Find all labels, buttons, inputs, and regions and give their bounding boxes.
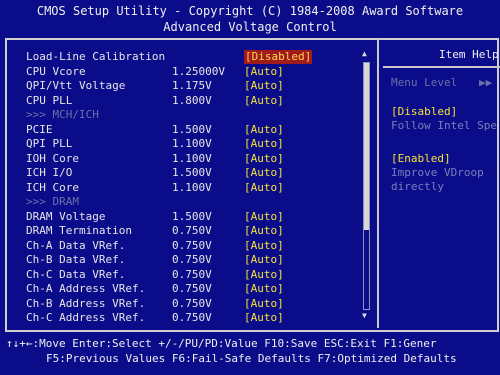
setting-label: Ch-A Data VRef. [26, 238, 126, 252]
setting-option-value[interactable]: [Auto] [244, 137, 284, 151]
menu-level-arrows-icon: ▶▶ [479, 76, 493, 89]
setting-option-value[interactable]: [Auto] [244, 297, 284, 311]
setting-current-voltage: 0.750V [172, 296, 212, 310]
setting-option-value[interactable]: [Auto] [244, 268, 284, 282]
setting-label: QPI/Vtt Voltage [26, 79, 126, 92]
setting-row[interactable]: Ch-B Data VRef. 0.750V [Auto] [26, 253, 366, 267]
setting-row[interactable]: Ch-A Address VRef. 0.750V [Auto] [26, 282, 366, 296]
setting-current-voltage: 1.500V [172, 166, 212, 179]
help-option-disabled-desc: Follow Intel Spe [391, 119, 497, 132]
setting-option-value[interactable]: [Disabled] [244, 50, 313, 64]
setting-current-voltage: 1.800V [172, 93, 212, 107]
setting-current-voltage: 1.25000V [172, 64, 225, 78]
setting-option-value[interactable]: [Auto] [244, 166, 284, 180]
setting-option-value[interactable]: [Auto] [244, 224, 284, 238]
setting-current-voltage: 1.100V [172, 137, 212, 150]
scroll-up-arrow-icon[interactable]: ▲ [362, 50, 370, 58]
setting-label: CPU PLL [26, 93, 73, 107]
setting-row[interactable]: DRAM Voltage 1.500V [Auto] [26, 210, 366, 224]
setting-option-value[interactable]: [Auto] [244, 79, 284, 93]
setting-row[interactable]: Ch-C Address VRef. 0.750V [Auto] [26, 311, 366, 325]
item-help-panel: Item Help Menu Level ▶▶ [Disabled] Follo… [383, 44, 500, 324]
setting-row[interactable]: DRAM Termination 0.750V [Auto] [26, 224, 366, 238]
setting-current-voltage: 0.750V [172, 253, 212, 266]
setting-current-voltage: 0.750V [172, 224, 212, 237]
setting-row[interactable]: Ch-C Data VRef. 0.750V [Auto] [26, 268, 366, 282]
setting-current-voltage: 0.750V [172, 311, 212, 324]
setting-label: Ch-C Address VRef. [26, 311, 146, 324]
setting-label: QPI PLL [26, 137, 73, 150]
key-legend: ↑↓+←:Move Enter:Select +/-/PU/PD:Value F… [0, 336, 500, 375]
setting-label: DRAM Termination [26, 224, 132, 237]
setting-row[interactable]: QPI PLL 1.100V [Auto] [26, 137, 366, 151]
page-title: Advanced Voltage Control [163, 20, 337, 34]
setting-option-value[interactable]: [Auto] [244, 181, 284, 195]
setting-row[interactable]: IOH Core 1.100V [Auto] [26, 152, 366, 166]
scrollbar-track[interactable] [363, 62, 370, 310]
setting-row[interactable]: PCIE 1.500V [Auto] [26, 123, 366, 137]
setting-option-value[interactable]: [Auto] [244, 94, 284, 108]
help-option-enabled-desc: Improve VDroop [391, 166, 484, 179]
menu-level-label: Menu Level [391, 76, 458, 89]
scroll-down-arrow-icon[interactable]: ▼ [362, 312, 370, 320]
app-title: CMOS Setup Utility - Copyright (C) 1984-… [36, 4, 464, 18]
setting-option-value[interactable]: [Auto] [244, 239, 284, 253]
setting-current-voltage: 0.750V [172, 238, 212, 252]
settings-list: Load-Line Calibration [Disabled] CPU Vcore… [26, 50, 376, 326]
setting-option-value[interactable]: [Auto] [244, 253, 284, 267]
help-option-disabled: [Disabled] [391, 105, 458, 118]
setting-row[interactable]: Ch-B Address VRef. 0.750V [Auto] [26, 297, 366, 311]
setting-row[interactable]: Ch-A Data VRef. 0.750V [Auto] [26, 239, 366, 253]
scrollbar[interactable]: ▲ ▼ [362, 50, 370, 320]
setting-option-value[interactable]: [Auto] [244, 65, 284, 79]
setting-label: Load-Line Calibration [26, 50, 166, 63]
setting-option-value[interactable]: [Auto] [244, 152, 284, 166]
setting-label: ICH I/O [26, 166, 73, 179]
help-divider [383, 66, 500, 68]
setting-current-voltage: 1.500V [172, 122, 212, 136]
setting-option-value[interactable]: [Auto] [244, 210, 284, 224]
help-title: Item Help [439, 48, 499, 61]
setting-label: CPU Vcore [26, 64, 86, 78]
help-option-enabled: [Enabled] [391, 152, 451, 165]
setting-label: Ch-B Address VRef. [26, 296, 146, 310]
help-option-enabled-desc-2: directly [391, 180, 444, 193]
scrollbar-thumb[interactable] [364, 63, 369, 231]
setting-option-value[interactable]: [Auto] [244, 123, 284, 137]
setting-label: PCIE [26, 122, 53, 136]
setting-current-voltage: 1.100V [172, 151, 212, 165]
setting-label: IOH Core [26, 151, 79, 165]
setting-label: ICH Core [26, 180, 79, 194]
setting-label: Ch-C Data VRef. [26, 267, 126, 281]
section-label: >>> DRAM [26, 195, 79, 208]
panel-divider [377, 38, 379, 328]
key-legend-line-1: ↑↓+←:Move Enter:Select +/-/PU/PD:Value F… [6, 337, 437, 350]
setting-current-voltage: 0.750V [172, 267, 212, 281]
setting-option-value[interactable]: [Auto] [244, 311, 284, 325]
section-header: >>> MCH/ICH [26, 108, 366, 122]
setting-row[interactable]: ICH Core 1.100V [Auto] [26, 181, 366, 195]
setting-option-value[interactable]: [Auto] [244, 282, 284, 296]
key-legend-line-2: F5:Previous Values F6:Fail-Safe Defaults… [46, 352, 457, 365]
setting-label: Ch-A Address VRef. [26, 282, 146, 295]
title-bar: CMOS Setup Utility - Copyright (C) 1984-… [0, 0, 500, 43]
setting-row[interactable]: QPI/Vtt Voltage 1.175V [Auto] [26, 79, 366, 93]
setting-row[interactable]: ICH I/O 1.500V [Auto] [26, 166, 366, 180]
setting-row[interactable]: Load-Line Calibration [Disabled] [26, 50, 366, 64]
setting-label: DRAM Voltage [26, 209, 106, 223]
setting-current-voltage: 1.100V [172, 180, 212, 194]
section-header: >>> DRAM [26, 195, 366, 209]
setting-current-voltage: 1.500V [172, 209, 212, 223]
section-label: >>> MCH/ICH [26, 108, 99, 121]
setting-label: Ch-B Data VRef. [26, 253, 126, 266]
setting-current-voltage: 0.750V [172, 282, 212, 295]
setting-row[interactable]: CPU PLL 1.800V [Auto] [26, 94, 366, 108]
setting-row[interactable]: CPU Vcore 1.25000V [Auto] [26, 65, 366, 79]
setting-current-voltage: 1.175V [172, 79, 212, 92]
